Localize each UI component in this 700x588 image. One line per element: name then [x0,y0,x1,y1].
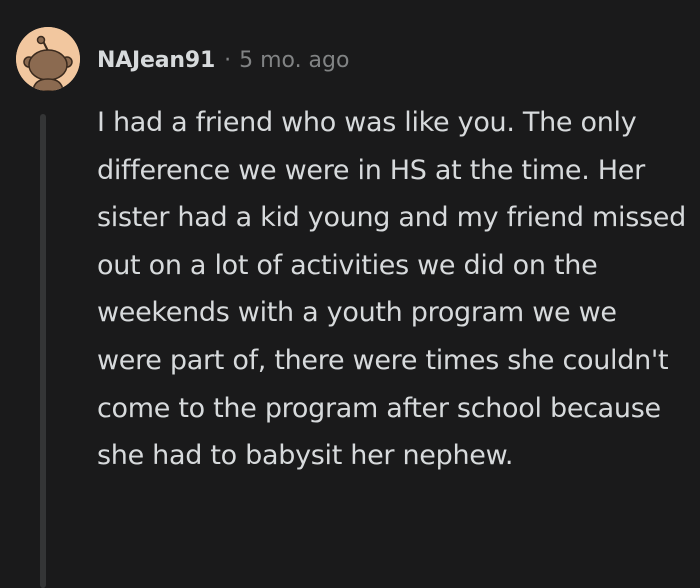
author-username[interactable]: NAJean91 [97,48,215,73]
comment: NAJean91 · 5 mo. ago I had a friend who … [0,0,700,588]
meta-separator: · [224,47,232,73]
comment-body: I had a friend who was like you. The onl… [97,107,686,472]
snoo-avatar-icon[interactable] [16,27,80,91]
thread-collapse-line[interactable] [40,114,46,588]
comment-timestamp[interactable]: 5 mo. ago [239,48,349,73]
comment-header: NAJean91 · 5 mo. ago [97,42,349,78]
